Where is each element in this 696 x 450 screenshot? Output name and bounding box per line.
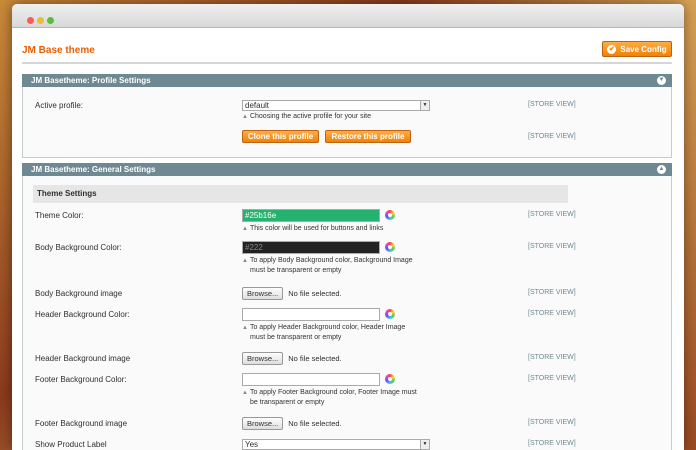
general-settings-section: JM Basetheme: General Settings ▲ Theme S…	[22, 163, 672, 450]
store-view-scope: [STORE VIEW]	[528, 101, 576, 108]
check-icon: ✔	[607, 44, 617, 54]
header-bg-color-note: ▲ To apply Header Background color, Heade…	[242, 323, 405, 343]
profile-settings-header[interactable]: JM Basetheme: Profile Settings ▼	[22, 74, 672, 87]
active-profile-select[interactable]: default ▼	[242, 100, 430, 111]
theme-color-note-text: This color will be used for buttons and …	[249, 225, 384, 232]
file-status: No file selected.	[288, 419, 342, 428]
header-bg-color-label: Header Background Color:	[35, 310, 130, 319]
body-bg-image-file: Browse... No file selected.	[242, 287, 342, 300]
window-titlebar	[12, 4, 684, 28]
page-title: JM Base theme	[22, 45, 95, 56]
footer-bg-color-input[interactable]	[242, 373, 380, 386]
browse-button[interactable]: Browse...	[242, 287, 284, 300]
note-arrow-icon: ▲	[242, 325, 248, 331]
active-profile-note: ▲ Choosing the active profile for your si…	[242, 112, 371, 122]
color-picker-icon[interactable]	[385, 210, 395, 220]
general-settings-title: JM Basetheme: General Settings	[31, 165, 156, 174]
footer-bg-color-label: Footer Background Color:	[35, 375, 127, 384]
store-view-scope: [STORE VIEW]	[528, 419, 576, 426]
theme-color-note: ▲ This color will be used for buttons and…	[242, 224, 383, 234]
restore-profile-button[interactable]: Restore this profile	[325, 130, 411, 143]
save-config-button[interactable]: ✔ Save Config	[602, 41, 672, 57]
header-divider	[22, 62, 672, 64]
maximize-window-button[interactable]	[47, 17, 54, 24]
store-view-scope: [STORE VIEW]	[528, 440, 576, 447]
color-picker-icon[interactable]	[385, 242, 395, 252]
theme-color-input[interactable]: #25b16e	[242, 209, 380, 222]
store-view-scope: [STORE VIEW]	[528, 211, 576, 218]
header-bg-image-label: Header Background image	[35, 354, 131, 363]
note-arrow-icon: ▲	[242, 390, 248, 396]
store-view-scope: [STORE VIEW]	[528, 354, 576, 361]
file-status: No file selected.	[288, 289, 342, 298]
clone-profile-button[interactable]: Clone this profile	[242, 130, 319, 143]
profile-settings-title: JM Basetheme: Profile Settings	[31, 76, 151, 85]
file-status: No file selected.	[288, 354, 342, 363]
footer-bg-color-note: ▲ To apply Footer Background color, Foote…	[242, 388, 417, 408]
note-arrow-icon: ▲	[242, 258, 248, 264]
note-arrow-icon: ▲	[242, 226, 248, 232]
expand-toggle-icon[interactable]: ▲	[657, 165, 666, 174]
minimize-window-button[interactable]	[37, 17, 44, 24]
chevron-down-icon: ▼	[420, 440, 429, 449]
browse-button[interactable]: Browse...	[242, 352, 284, 365]
color-picker-icon[interactable]	[385, 309, 395, 319]
body-bg-color-input[interactable]: #222	[242, 241, 380, 254]
browser-window: JM Base theme ✔ Save Config JM Basetheme…	[12, 4, 684, 450]
active-profile-value: default	[245, 101, 270, 110]
body-bg-image-label: Body Background image	[35, 289, 123, 298]
browse-button[interactable]: Browse...	[242, 417, 284, 430]
collapse-toggle-icon[interactable]: ▼	[657, 76, 666, 85]
active-profile-label: Active profile:	[35, 101, 84, 110]
save-config-label: Save Config	[620, 44, 667, 54]
footer-bg-note-line2: be transparent or empty	[250, 399, 325, 406]
product-label-value: Yes	[245, 440, 259, 449]
store-view-scope: [STORE VIEW]	[528, 133, 576, 140]
note-arrow-icon: ▲	[242, 114, 248, 120]
general-settings-header[interactable]: JM Basetheme: General Settings ▲	[22, 163, 672, 176]
product-label-select[interactable]: Yes ▼	[242, 439, 430, 450]
header-bg-note-line1: To apply Header Background color, Header…	[249, 324, 406, 331]
theme-color-label: Theme Color:	[35, 211, 84, 220]
store-view-scope: [STORE VIEW]	[528, 289, 576, 296]
header-bg-image-file: Browse... No file selected.	[242, 352, 342, 365]
color-picker-icon[interactable]	[385, 374, 395, 384]
theme-settings-subheading: Theme Settings	[33, 185, 568, 203]
active-profile-note-text: Choosing the active profile for your sit…	[249, 113, 371, 120]
store-view-scope: [STORE VIEW]	[528, 310, 576, 317]
body-bg-color-note: ▲ To apply Body Background color, Backgro…	[242, 256, 413, 276]
body-bg-note-line1: To apply Body Background color, Backgrou…	[249, 257, 413, 264]
product-label-label: Show Product Label	[35, 440, 107, 449]
chevron-down-icon: ▼	[420, 101, 429, 110]
header-bg-color-input[interactable]	[242, 308, 380, 321]
footer-bg-image-file: Browse... No file selected.	[242, 417, 342, 430]
close-window-button[interactable]	[27, 17, 34, 24]
header-bg-note-line2: must be transparent or empty	[250, 334, 342, 341]
footer-bg-image-label: Footer Background image	[35, 419, 128, 428]
profile-settings-section: JM Basetheme: Profile Settings ▼ Active …	[22, 74, 672, 158]
body-bg-color-label: Body Background Color:	[35, 243, 122, 252]
body-bg-note-line2: must be transparent or empty	[250, 267, 342, 274]
store-view-scope: [STORE VIEW]	[528, 243, 576, 250]
store-view-scope: [STORE VIEW]	[528, 375, 576, 382]
footer-bg-note-line1: To apply Footer Background color, Footer…	[249, 389, 417, 396]
